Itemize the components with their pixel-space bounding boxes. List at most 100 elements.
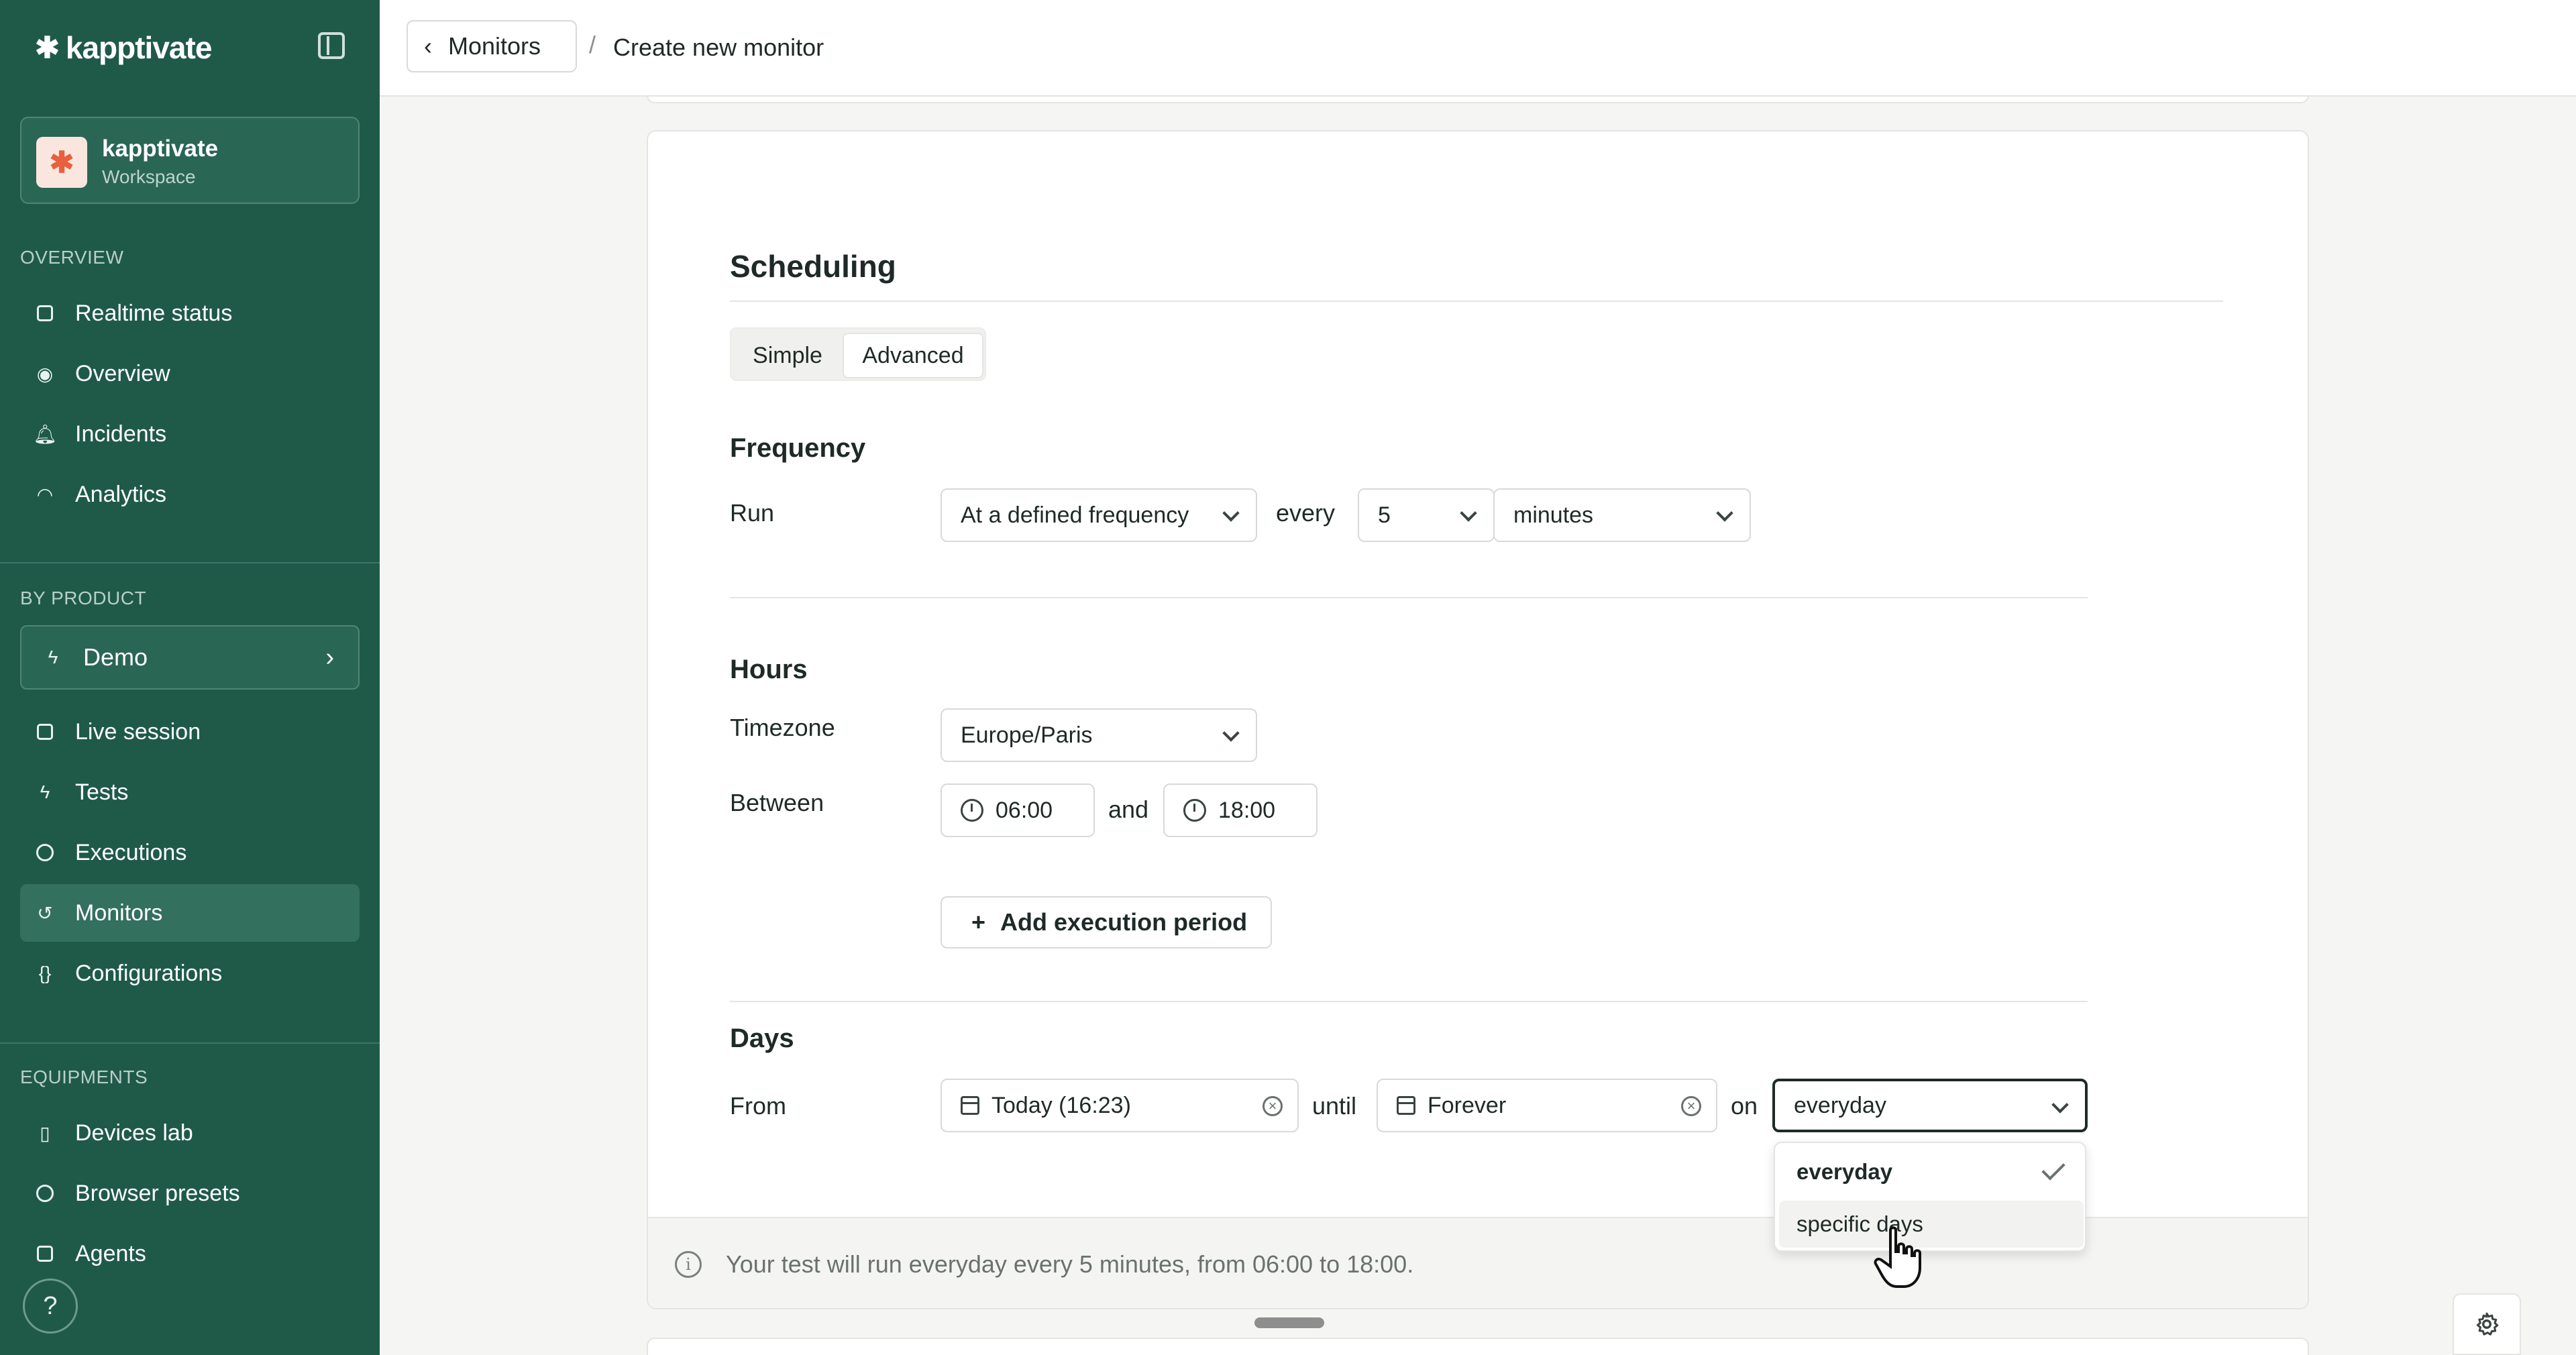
sidebar-item-label: Agents (75, 1240, 146, 1266)
chevron-left-icon: ‹ (424, 32, 432, 60)
sidebar-item-analytics[interactable]: ◠ Analytics (20, 466, 360, 523)
check-circle-icon (34, 841, 56, 864)
timezone-label: Timezone (730, 714, 835, 741)
workspace-logo: ✱ (36, 137, 87, 188)
clock-icon (961, 799, 983, 822)
interval-value: 5 (1378, 502, 1391, 528)
add-execution-period-label: Add execution period (1000, 908, 1248, 936)
frequency-title: Frequency (730, 433, 866, 463)
chevron-down-icon (1460, 504, 1477, 522)
days-select[interactable]: everyday (1772, 1079, 2088, 1132)
sidebar-item-devices-lab[interactable]: ▯ Devices lab (20, 1104, 360, 1162)
calendar-icon (961, 1096, 979, 1115)
scheduling-title: Scheduling (730, 249, 896, 284)
sidebar-item-label: Incidents (75, 421, 167, 447)
sidebar-item-incidents[interactable]: 🔔︎ Incidents (20, 405, 360, 463)
on-label: on (1731, 1092, 1758, 1120)
end-date-field[interactable]: Forever × (1377, 1079, 1717, 1132)
from-label: From (730, 1092, 786, 1120)
product-selector[interactable]: ϟ Demo › (20, 625, 360, 690)
tab-simple[interactable]: Simple (734, 333, 841, 378)
chevron-down-icon (1222, 504, 1240, 522)
schedule-summary-text: Your test will run everyday every 5 minu… (726, 1250, 1414, 1278)
gear-icon (2476, 1312, 2499, 1336)
start-time-field[interactable]: 06:00 (941, 783, 1095, 837)
workspace-switcher[interactable]: ✱ kapptivate Workspace (20, 117, 360, 204)
option-everyday[interactable]: everyday (1779, 1148, 2084, 1195)
chevron-down-icon (1716, 504, 1733, 522)
days-title: Days (730, 1024, 794, 1053)
sidebar-item-overview[interactable]: ◉ Overview (20, 345, 360, 402)
every-label: every (1276, 499, 1336, 527)
section-title-overview: OVERVIEW (20, 247, 124, 268)
help-button[interactable]: ? (23, 1279, 78, 1334)
between-label: Between (730, 789, 824, 816)
top-bar: ‹ Monitors / Create new monitor (380, 0, 2576, 97)
sidebar-item-realtime-status[interactable]: Realtime status (20, 284, 360, 342)
end-time-value: 18:00 (1218, 797, 1276, 823)
sidebar-item-label: Devices lab (75, 1120, 193, 1146)
section-divider (730, 597, 2088, 598)
sidebar-item-configurations[interactable]: {} Configurations (20, 944, 360, 1002)
sidebar-divider (0, 562, 380, 563)
run-label: Run (730, 499, 775, 527)
robot-icon (34, 1242, 56, 1265)
bell-icon: 🔔︎ (33, 423, 57, 445)
tab-advanced[interactable]: Advanced (843, 333, 983, 378)
breadcrumb-current: Create new monitor (613, 34, 824, 61)
sidebar-item-monitors[interactable]: ↺ Monitors (20, 884, 360, 942)
add-execution-period-button[interactable]: + Add execution period (941, 896, 1272, 949)
end-time-field[interactable]: 18:00 (1163, 783, 1318, 837)
days-dropdown-menu: everyday specific days (1774, 1142, 2086, 1252)
start-time-value: 06:00 (996, 797, 1053, 823)
scroll-handle[interactable] (1254, 1317, 1324, 1328)
run-mode-select[interactable]: At a defined frequency (941, 488, 1257, 542)
history-icon: ↺ (37, 902, 53, 924)
sidebar-item-label: Analytics (75, 481, 167, 507)
sidebar-item-label: Executions (75, 839, 187, 865)
bolt-icon: ϟ (48, 647, 58, 667)
gauge-icon: ◠ (36, 484, 54, 505)
sidebar-divider (0, 1042, 380, 1044)
sidebar-item-executions[interactable]: Executions (20, 824, 360, 881)
section-divider (730, 301, 2223, 302)
brand-name: kapptivate (65, 30, 213, 65)
next-card (647, 1338, 2309, 1355)
run-mode-value: At a defined frequency (961, 502, 1189, 528)
days-select-value: everyday (1794, 1092, 1886, 1118)
chevron-down-icon (1222, 724, 1240, 742)
clear-icon[interactable]: × (1263, 1096, 1283, 1116)
main-content: Scheduling Simple Advanced Frequency Run… (380, 97, 2576, 1355)
sidebar-collapse-icon[interactable] (318, 32, 345, 59)
end-date-value: Forever (1428, 1092, 1507, 1118)
sidebar-item-tests[interactable]: ϟ Tests (20, 763, 360, 821)
sidebar-item-agents[interactable]: Agents (20, 1225, 360, 1283)
bolt-icon: ϟ (40, 781, 50, 802)
clear-icon[interactable]: × (1681, 1096, 1701, 1116)
chevron-down-icon (2051, 1096, 2069, 1114)
sidebar-item-label: Tests (75, 779, 129, 805)
chrome-icon (34, 1182, 56, 1205)
breadcrumb-separator: / (589, 31, 596, 58)
brand-star-icon: ✱ (35, 31, 60, 64)
workspace-name: kapptivate (102, 136, 219, 162)
scheduling-card: Scheduling Simple Advanced Frequency Run… (647, 130, 2309, 1309)
back-to-monitors-button[interactable]: ‹ Monitors (407, 20, 577, 72)
sidebar-item-browser-presets[interactable]: Browser presets (20, 1164, 360, 1222)
phone-icon: ▯ (40, 1122, 50, 1144)
interval-select[interactable]: 5 (1358, 488, 1495, 542)
product-name: Demo (83, 643, 148, 671)
calendar-icon (1397, 1096, 1415, 1115)
start-date-value: Today (16:23) (991, 1092, 1131, 1118)
previous-card (647, 97, 2309, 103)
check-icon (2041, 1156, 2065, 1181)
interval-unit-select[interactable]: minutes (1493, 488, 1751, 542)
settings-button[interactable] (2453, 1293, 2521, 1355)
info-icon: i (675, 1251, 702, 1278)
sidebar-item-live-session[interactable]: Live session (20, 703, 360, 761)
brand-logo[interactable]: ✱ kapptivate (35, 30, 213, 66)
option-specific-days[interactable]: specific days (1779, 1201, 2084, 1248)
start-date-field[interactable]: Today (16:23) × (941, 1079, 1299, 1132)
chevron-right-icon: › (325, 643, 334, 671)
timezone-select[interactable]: Europe/Paris (941, 708, 1257, 762)
